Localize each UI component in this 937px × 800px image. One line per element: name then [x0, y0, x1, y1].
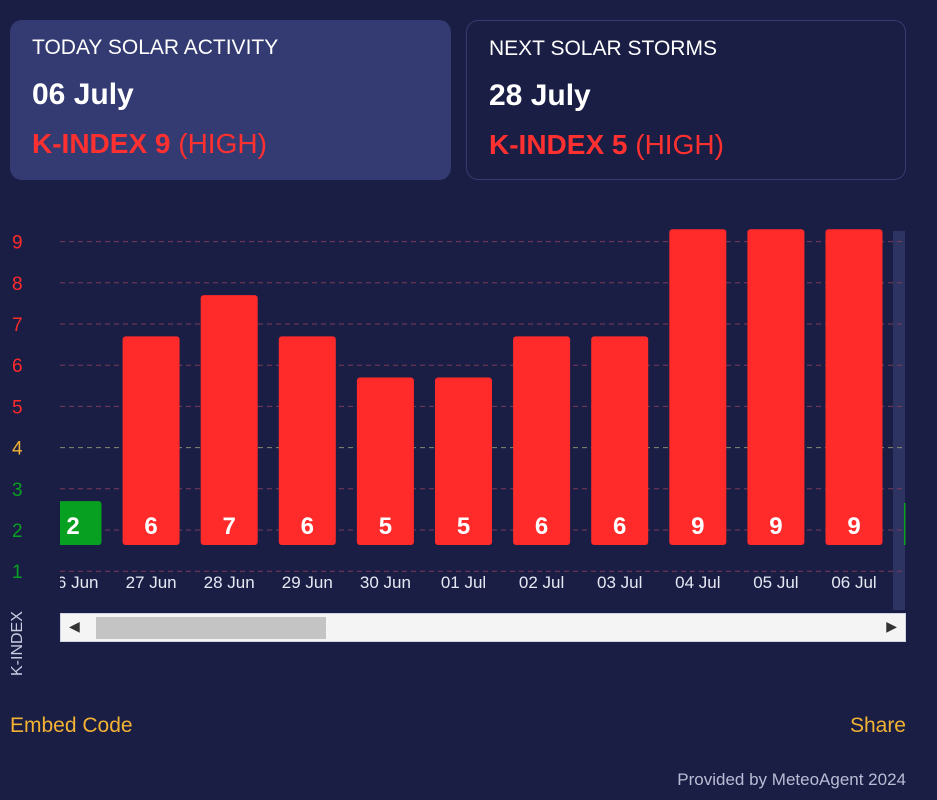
bar-value-label: 2: [66, 513, 79, 540]
x-tick-label: 29 Jun: [282, 573, 333, 592]
bar[interactable]: [669, 229, 727, 546]
scroll-left-icon[interactable]: ◀: [69, 618, 80, 635]
kindex-bar-chart: 1 2 3 4 5 6 7 8 9 2 26 Jun 6 27 Jun 7 28 Jun 6 29 Jun 5 30…: [12, 229, 906, 610]
scroll-thumb[interactable]: [96, 617, 326, 639]
bar-value-label: 6: [301, 513, 314, 540]
bar-value-label: 9: [847, 513, 860, 540]
x-tick-label: 26 Jun: [47, 573, 98, 592]
x-tick-label: 04 Jul: [675, 573, 720, 592]
bar[interactable]: [747, 229, 805, 546]
bar[interactable]: [200, 295, 258, 545]
x-tick-label: 27 Jun: [126, 573, 177, 592]
bar-value-label: 9: [691, 513, 704, 540]
x-tick-label: 30 Jun: [360, 573, 411, 592]
y-tick-label: 4: [12, 439, 23, 460]
y-tick-label: 8: [12, 274, 23, 295]
provider-credit: Provided by MeteoAgent 2024: [677, 770, 906, 789]
x-tick-label: 03 Jul: [597, 573, 642, 592]
bar-value-label: 5: [379, 513, 392, 540]
y-tick-label: 1: [12, 562, 23, 583]
today-kindex: K-INDEX 9 (HIGH): [32, 128, 267, 159]
bar[interactable]: [825, 229, 883, 546]
today-activity-card: TODAY SOLAR ACTIVITY 06 July K-INDEX 9 (…: [10, 20, 451, 180]
today-date: 06 July: [32, 78, 134, 111]
x-tick-label: 05 Jul: [753, 573, 798, 592]
bar-value-label: 5: [457, 513, 470, 540]
x-tick-label: 02 Jul: [519, 573, 564, 592]
bar-value-label: 9: [769, 513, 782, 540]
y-tick-label: 3: [12, 480, 23, 501]
next-kindex: K-INDEX 5 (HIGH): [489, 129, 724, 160]
bar-value-label: 6: [535, 513, 548, 540]
next-title: NEXT SOLAR STORMS: [489, 37, 717, 60]
y-tick-label: 7: [12, 315, 23, 336]
x-tick-label: 01 Jul: [441, 573, 486, 592]
y-tick-label: 9: [12, 233, 23, 254]
share-link[interactable]: Share: [850, 714, 906, 738]
scroll-track-shade: [893, 231, 905, 610]
scroll-right-icon[interactable]: ▶: [886, 618, 897, 635]
bar-value-label: 7: [223, 513, 236, 540]
next-date: 28 July: [489, 79, 591, 112]
y-tick-label: 5: [12, 397, 23, 418]
y-tick-label: 6: [12, 356, 23, 377]
next-storms-card: NEXT SOLAR STORMS 28 July K-INDEX 5 (HIG…: [466, 20, 906, 180]
bar-value-label: 6: [613, 513, 626, 540]
bar-value-label: 6: [144, 513, 157, 540]
x-tick-label: 28 Jun: [204, 573, 255, 592]
next-bar-edge: [904, 503, 906, 545]
y-tick-label: 2: [12, 521, 23, 542]
embed-code-link[interactable]: Embed Code: [10, 714, 133, 738]
today-title: TODAY SOLAR ACTIVITY: [32, 36, 279, 59]
y-axis-label: K-INDEX: [9, 611, 26, 676]
chart-scrollbar[interactable]: ◀ ▶: [60, 613, 906, 642]
x-tick-label: 06 Jul: [831, 573, 876, 592]
